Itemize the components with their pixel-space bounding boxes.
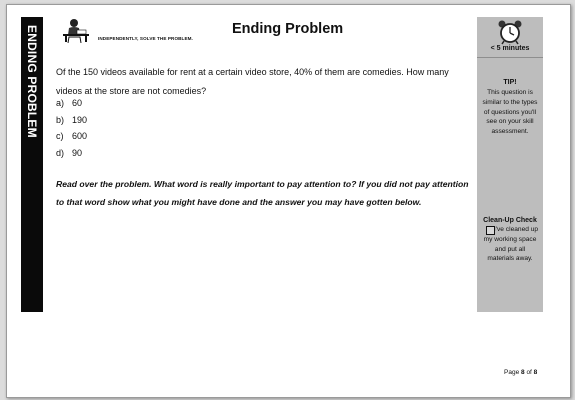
sidebar-divider: [477, 57, 543, 58]
question-text: Of the 150 videos available for rent at …: [56, 67, 449, 96]
answer-choices: a) 60 b) 190 c) 600 d) 90: [56, 95, 87, 161]
section-tab: ENDING PROBLEM: [21, 17, 43, 312]
sidebar-panel: < 5 minutes TIP! This question is simila…: [477, 17, 543, 312]
time-limit: < 5 minutes: [490, 45, 530, 52]
choice-d: d) 90: [56, 147, 83, 158]
page-title: Ending Problem: [232, 21, 344, 37]
choice-a: a) 60: [56, 98, 83, 108]
reflection-prompt: Read over the problem. What word is real…: [56, 179, 469, 207]
choice-b: b) 190: [56, 114, 88, 125]
cleanup-heading: Clean-Up Check: [483, 217, 537, 224]
cleanup-text: I've cleaned up my working space and put…: [483, 226, 539, 263]
tip-heading: TIP!: [503, 79, 517, 86]
instruction-text: INDEPENDENTLY, SOLVE THE PROBLEM.: [98, 36, 193, 41]
tip-text: This question is similar to the types of…: [482, 89, 538, 136]
student-at-desk-icon: [63, 19, 89, 43]
section-tab-label: ENDING PROBLEM: [25, 25, 39, 138]
page-number: Page 8 of 8: [504, 369, 538, 376]
alarm-clock-icon: [498, 20, 522, 45]
choice-c: c) 600: [56, 131, 88, 141]
